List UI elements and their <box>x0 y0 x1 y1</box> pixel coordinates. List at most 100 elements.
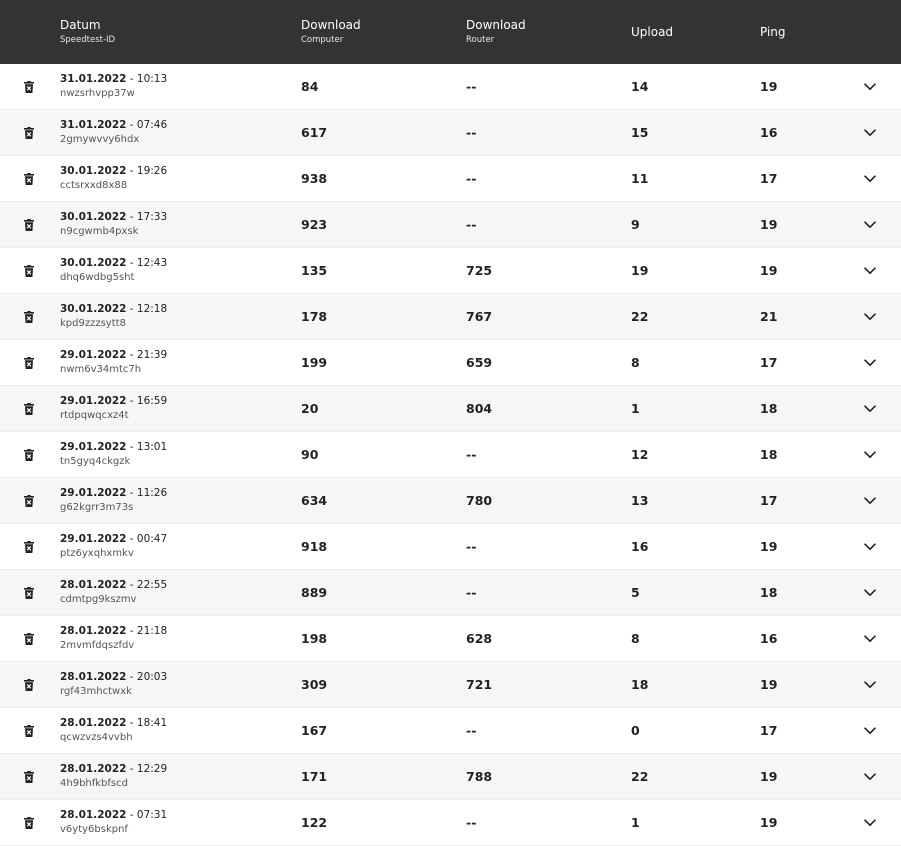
trash-icon[interactable] <box>22 524 36 569</box>
chevron-down-icon[interactable] <box>862 570 878 615</box>
table-row[interactable]: 28.01.2022 - 20:03 rgf43mhctwxk 309 721 18 19 <box>0 662 901 708</box>
table-row[interactable]: 29.01.2022 - 00:47 ptz6yxqhxmkv 918 -- 16 19 <box>0 524 901 570</box>
download-router-value: -- <box>466 723 477 738</box>
ping-value: 17 <box>760 355 778 370</box>
trash-icon[interactable] <box>22 432 36 477</box>
trash-icon[interactable] <box>22 662 36 707</box>
date-time: 29.01.2022 - 13:01 <box>60 441 168 453</box>
date-time: 30.01.2022 - 17:33 <box>60 211 168 223</box>
time-value: 19:26 <box>136 165 168 177</box>
date-time: 28.01.2022 - 12:29 <box>60 763 168 775</box>
table-row[interactable]: 30.01.2022 - 17:33 n9cgwmb4pxsk 923 -- 9 19 <box>0 202 901 248</box>
chevron-down-icon[interactable] <box>862 800 878 845</box>
trash-icon[interactable] <box>22 248 36 293</box>
datetime-cell: 30.01.2022 - 19:26 cctsrxxd8x88 <box>60 156 167 201</box>
trash-icon[interactable] <box>22 202 36 247</box>
date-value: 28.01.2022 <box>60 809 127 821</box>
chevron-down-icon[interactable] <box>862 662 878 707</box>
download-computer-value: 889 <box>301 585 328 600</box>
time-value: 10:13 <box>136 73 168 85</box>
date-time: 29.01.2022 - 16:59 <box>60 395 168 407</box>
datetime-cell: 29.01.2022 - 13:01 tn5gyq4ckgzk <box>60 432 167 477</box>
chevron-down-icon[interactable] <box>862 478 878 523</box>
table-row[interactable]: 31.01.2022 - 10:13 nwzsrhvpp37w 84 -- 14 19 <box>0 64 901 110</box>
download-computer-value: 90 <box>301 447 319 462</box>
trash-icon[interactable] <box>22 386 36 431</box>
chevron-down-icon[interactable] <box>862 524 878 569</box>
download-computer-value: 178 <box>301 309 328 324</box>
download-computer-value: 918 <box>301 539 328 554</box>
datetime-cell: 28.01.2022 - 12:29 4h9bhfkbfscd <box>60 754 167 799</box>
trash-icon[interactable] <box>22 110 36 155</box>
date-value: 29.01.2022 <box>60 487 127 499</box>
download-router-value: -- <box>466 539 477 554</box>
download-router-value: 721 <box>466 677 493 692</box>
chevron-down-icon[interactable] <box>862 386 878 431</box>
column-header-datum[interactable]: Datum Speedtest-ID <box>60 0 115 64</box>
trash-icon[interactable] <box>22 340 36 385</box>
chevron-down-icon[interactable] <box>862 248 878 293</box>
trash-icon[interactable] <box>22 478 36 523</box>
table-row[interactable]: 28.01.2022 - 07:31 v6yty6bskpnf 122 -- 1 19 <box>0 800 901 846</box>
chevron-down-icon[interactable] <box>862 294 878 339</box>
chevron-down-icon[interactable] <box>862 340 878 385</box>
upload-value: 14 <box>631 79 649 94</box>
upload-value: 8 <box>631 631 640 646</box>
table-row[interactable]: 28.01.2022 - 22:55 cdmtpg9kszmv 889 -- 5 18 <box>0 570 901 616</box>
chevron-down-icon[interactable] <box>862 754 878 799</box>
speedtest-id: cctsrxxd8x88 <box>60 180 128 191</box>
column-header-upload[interactable]: Upload <box>631 0 673 64</box>
table-row[interactable]: 30.01.2022 - 19:26 cctsrxxd8x88 938 -- 11 17 <box>0 156 901 202</box>
upload-value: 19 <box>631 263 649 278</box>
download-router-value: -- <box>466 447 477 462</box>
chevron-down-icon[interactable] <box>862 616 878 661</box>
time-value: 17:33 <box>136 211 168 223</box>
date-time: 29.01.2022 - 00:47 <box>60 533 168 545</box>
ping-value: 17 <box>760 171 778 186</box>
trash-icon[interactable] <box>22 754 36 799</box>
date-value: 29.01.2022 <box>60 441 127 453</box>
download-computer-value: 171 <box>301 769 328 784</box>
column-header-download-router[interactable]: Download Router <box>466 0 526 64</box>
table-row[interactable]: 29.01.2022 - 21:39 nwm6v34mtc7h 199 659 8 17 <box>0 340 901 386</box>
chevron-down-icon[interactable] <box>862 156 878 201</box>
table-row[interactable]: 28.01.2022 - 12:29 4h9bhfkbfscd 171 788 22 19 <box>0 754 901 800</box>
trash-icon[interactable] <box>22 570 36 615</box>
date-time: 31.01.2022 - 07:46 <box>60 119 168 131</box>
download-computer-value: 135 <box>301 263 328 278</box>
table-row[interactable]: 31.01.2022 - 07:46 2gmywvvy6hdx 617 -- 15 16 <box>0 110 901 156</box>
upload-value: 5 <box>631 585 640 600</box>
table-row[interactable]: 28.01.2022 - 21:18 2mvmfdqszfdv 198 628 8 16 <box>0 616 901 662</box>
chevron-down-icon[interactable] <box>862 110 878 155</box>
ping-value: 16 <box>760 125 778 140</box>
date-time: 30.01.2022 - 12:18 <box>60 303 168 315</box>
trash-icon[interactable] <box>22 64 36 109</box>
chevron-down-icon[interactable] <box>862 432 878 477</box>
table-row[interactable]: 29.01.2022 - 11:26 g62kgrr3m73s 634 780 13 17 <box>0 478 901 524</box>
chevron-down-icon[interactable] <box>862 708 878 753</box>
trash-icon[interactable] <box>22 800 36 845</box>
column-header-ping-label: Ping <box>760 24 786 39</box>
column-header-download-computer-label: Download <box>301 18 361 32</box>
speedtest-id: nwm6v34mtc7h <box>60 364 142 375</box>
ping-value: 19 <box>760 815 778 830</box>
chevron-down-icon[interactable] <box>862 202 878 247</box>
trash-icon[interactable] <box>22 294 36 339</box>
table-row[interactable]: 30.01.2022 - 12:43 dhq6wdbg5sht 135 725 19 19 <box>0 248 901 294</box>
time-value: 00:47 <box>136 533 168 545</box>
date-value: 30.01.2022 <box>60 257 127 269</box>
table-row[interactable]: 29.01.2022 - 16:59 rtdpqwqcxz4t 20 804 1 18 <box>0 386 901 432</box>
trash-icon[interactable] <box>22 616 36 661</box>
ping-value: 19 <box>760 769 778 784</box>
table-row[interactable]: 28.01.2022 - 18:41 qcwzvzs4vvbh 167 -- 0 17 <box>0 708 901 754</box>
table-row[interactable]: 30.01.2022 - 12:18 kpd9zzzsytt8 178 767 22 21 <box>0 294 901 340</box>
trash-icon[interactable] <box>22 156 36 201</box>
chevron-down-icon[interactable] <box>862 64 878 109</box>
trash-icon[interactable] <box>22 708 36 753</box>
table-row[interactable]: 29.01.2022 - 13:01 tn5gyq4ckgzk 90 -- 12 18 <box>0 432 901 478</box>
time-value: 12:29 <box>136 763 168 775</box>
download-computer-value: 20 <box>301 401 319 416</box>
column-header-ping[interactable]: Ping <box>760 0 786 64</box>
column-header-download-computer[interactable]: Download Computer <box>301 0 361 64</box>
date-value: 29.01.2022 <box>60 395 127 407</box>
